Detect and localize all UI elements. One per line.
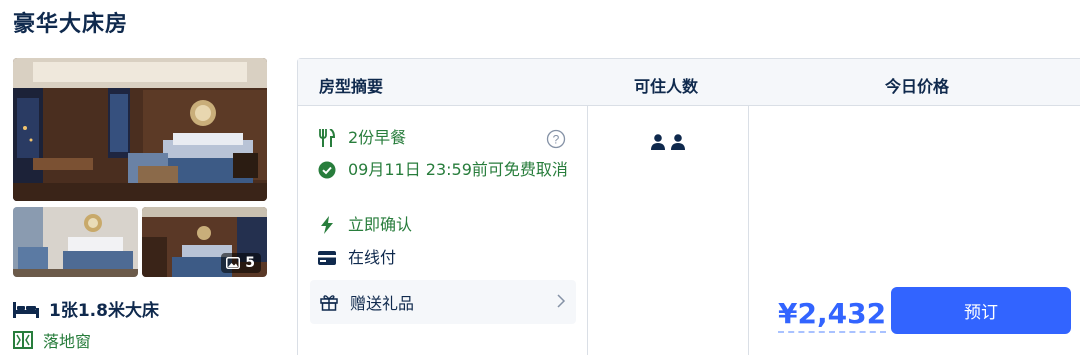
room-photo-image <box>13 207 138 277</box>
rate-table-header: 房型摘要 可住人数 今日价格 <box>298 59 1080 106</box>
chevron-right-icon <box>557 293 566 308</box>
perk-instant-confirm: 立即确认 <box>318 214 412 236</box>
instant-confirm-label: 立即确认 <box>348 215 413 234</box>
room-price[interactable]: ¥2,432 <box>778 297 887 333</box>
gift-row[interactable]: 赠送礼品 <box>310 280 576 324</box>
header-occupancy: 可住人数 <box>634 77 699 96</box>
check-circle-icon <box>318 161 336 179</box>
room-title: 豪华大床房 <box>13 12 129 37</box>
payment-label: 在线付 <box>348 248 397 267</box>
credit-card-icon <box>318 251 336 265</box>
room-feature: 落地窗 <box>13 328 91 352</box>
window-icon <box>13 331 33 349</box>
room-photo-main[interactable] <box>13 58 267 201</box>
gift-label: 赠送礼品 <box>350 294 415 313</box>
perk-payment: 在线付 <box>318 247 396 269</box>
breakfast-label: 2份早餐 <box>348 128 407 147</box>
free-cancel-label: 09月11日 23:59前可免费取消 <box>348 160 568 179</box>
occupancy-icons <box>651 134 685 150</box>
room-photo-image <box>13 58 267 201</box>
book-button[interactable]: 预订 <box>891 287 1071 334</box>
utensils-icon <box>319 129 335 147</box>
bed-type: 1张1.8米大床 <box>49 301 159 321</box>
perk-free-cancel: 09月11日 23:59前可免费取消 <box>318 159 568 181</box>
svg-text:?: ? <box>553 133 560 147</box>
image-icon <box>226 257 241 269</box>
person-icon <box>671 134 685 150</box>
photo-count-badge[interactable]: 5 <box>221 253 261 273</box>
gift-icon <box>320 295 338 311</box>
room-photo-thumb-2[interactable]: 5 <box>142 207 267 277</box>
room-photo-thumb-1[interactable] <box>13 207 138 277</box>
person-icon <box>651 134 665 150</box>
photo-count: 5 <box>245 255 255 271</box>
header-price: 今日价格 <box>885 77 950 96</box>
column-divider <box>587 106 588 355</box>
perk-breakfast: 2份早餐 <box>318 127 568 149</box>
bed-icon <box>13 301 39 318</box>
rate-table: 房型摘要 可住人数 今日价格 2份早餐 ? 09月11日 23:59前可免费取消… <box>297 58 1080 355</box>
bed-info: 1张1.8米大床 <box>13 296 159 321</box>
help-icon[interactable]: ? <box>546 129 566 153</box>
column-divider <box>748 106 749 355</box>
lightning-icon <box>321 216 333 234</box>
header-summary: 房型摘要 <box>319 77 384 96</box>
feature-label: 落地窗 <box>43 332 92 351</box>
